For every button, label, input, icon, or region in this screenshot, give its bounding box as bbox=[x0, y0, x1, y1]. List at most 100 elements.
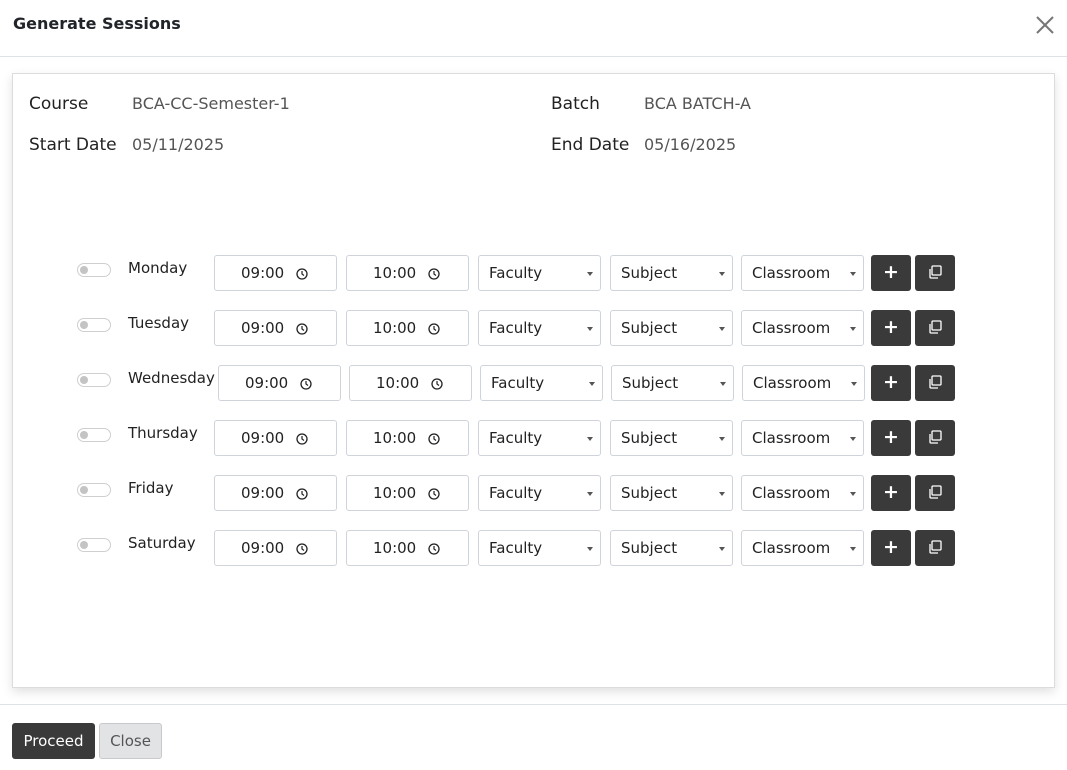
classroom-select[interactable]: Classroom bbox=[741, 475, 864, 511]
subject-select[interactable]: Subject bbox=[610, 530, 733, 566]
start-time-input[interactable]: 09:00 bbox=[214, 475, 337, 511]
plus-icon: + bbox=[883, 426, 899, 448]
day-toggle[interactable] bbox=[77, 483, 111, 497]
end-time-input[interactable]: 10:00 bbox=[346, 530, 469, 566]
faculty-select[interactable]: Faculty bbox=[478, 310, 601, 346]
day-toggle[interactable] bbox=[77, 373, 111, 387]
toggle-knob bbox=[80, 376, 88, 384]
end-time-input[interactable]: 10:00 bbox=[346, 255, 469, 291]
schedule-row: Tuesday 09:00 10:00 Faculty Subject Classroom… bbox=[13, 310, 1056, 346]
clock-icon bbox=[428, 268, 440, 280]
caret-down-icon bbox=[719, 437, 725, 441]
toggle-knob bbox=[80, 266, 88, 274]
day-toggle[interactable] bbox=[77, 428, 111, 442]
close-icon[interactable] bbox=[1034, 14, 1056, 36]
subject-select[interactable]: Subject bbox=[610, 420, 733, 456]
copy-row-button[interactable] bbox=[915, 420, 955, 456]
add-session-button[interactable]: + bbox=[871, 255, 911, 291]
end-time-value: 10:00 bbox=[373, 264, 417, 282]
start-time-value: 09:00 bbox=[241, 484, 285, 502]
faculty-select[interactable]: Faculty bbox=[478, 530, 601, 566]
day-toggle[interactable] bbox=[77, 318, 111, 332]
subject-select[interactable]: Subject bbox=[611, 365, 734, 401]
copy-row-button[interactable] bbox=[915, 255, 955, 291]
day-toggle[interactable] bbox=[77, 538, 111, 552]
faculty-select[interactable]: Faculty bbox=[480, 365, 603, 401]
classroom-select[interactable]: Classroom bbox=[741, 530, 864, 566]
copy-row-button[interactable] bbox=[915, 530, 955, 566]
end-time-input[interactable]: 10:00 bbox=[349, 365, 472, 401]
day-toggle[interactable] bbox=[77, 263, 111, 277]
subject-select[interactable]: Subject bbox=[610, 310, 733, 346]
classroom-select-value: Classroom bbox=[752, 484, 831, 502]
faculty-select[interactable]: Faculty bbox=[478, 255, 601, 291]
add-session-button[interactable]: + bbox=[871, 365, 911, 401]
day-label: Friday bbox=[128, 479, 174, 497]
classroom-select-value: Classroom bbox=[752, 319, 831, 337]
end-time-value: 10:00 bbox=[373, 539, 417, 557]
copy-icon bbox=[929, 375, 942, 389]
classroom-select-value: Classroom bbox=[752, 429, 831, 447]
caret-down-icon bbox=[589, 382, 595, 386]
classroom-select[interactable]: Classroom bbox=[741, 255, 864, 291]
batch-label: Batch bbox=[551, 94, 600, 114]
dialog-title: Generate Sessions bbox=[13, 14, 181, 33]
clock-icon bbox=[428, 433, 440, 445]
subject-select[interactable]: Subject bbox=[610, 475, 733, 511]
end-time-input[interactable]: 10:00 bbox=[346, 475, 469, 511]
start-time-input[interactable]: 09:00 bbox=[214, 310, 337, 346]
classroom-select[interactable]: Classroom bbox=[741, 310, 864, 346]
copy-row-button[interactable] bbox=[915, 310, 955, 346]
faculty-select[interactable]: Faculty bbox=[478, 475, 601, 511]
toggle-knob bbox=[80, 541, 88, 549]
end-time-input[interactable]: 10:00 bbox=[346, 310, 469, 346]
day-label: Monday bbox=[128, 259, 188, 277]
schedule-row: Thursday 09:00 10:00 Faculty Subject Classroo… bbox=[13, 420, 1056, 456]
copy-icon bbox=[929, 265, 942, 279]
add-session-button[interactable]: + bbox=[871, 420, 911, 456]
end-time-value: 10:00 bbox=[373, 484, 417, 502]
schedule-row: Monday 09:00 10:00 Faculty Subject Classroom + bbox=[13, 255, 1056, 291]
clock-icon bbox=[296, 488, 308, 500]
caret-down-icon bbox=[850, 327, 856, 331]
start-time-value: 09:00 bbox=[241, 264, 285, 282]
add-session-button[interactable]: + bbox=[871, 310, 911, 346]
plus-icon: + bbox=[883, 371, 899, 393]
close-button[interactable]: Close bbox=[99, 723, 162, 759]
classroom-select[interactable]: Classroom bbox=[741, 420, 864, 456]
toggle-knob bbox=[80, 486, 88, 494]
course-value: BCA-CC-Semester-1 bbox=[132, 94, 290, 113]
classroom-select[interactable]: Classroom bbox=[742, 365, 865, 401]
start-time-value: 09:00 bbox=[241, 539, 285, 557]
plus-icon: + bbox=[883, 481, 899, 503]
end-time-value: 10:00 bbox=[373, 429, 417, 447]
course-label: Course bbox=[29, 94, 89, 114]
caret-down-icon bbox=[850, 272, 856, 276]
copy-row-button[interactable] bbox=[915, 365, 955, 401]
start-time-input[interactable]: 09:00 bbox=[214, 255, 337, 291]
proceed-button[interactable]: Proceed bbox=[12, 723, 95, 759]
caret-down-icon bbox=[719, 272, 725, 276]
start-date-value: 05/11/2025 bbox=[132, 135, 225, 154]
start-time-input[interactable]: 09:00 bbox=[218, 365, 341, 401]
faculty-select-value: Faculty bbox=[489, 319, 543, 337]
end-date-value: 05/16/2025 bbox=[644, 135, 737, 154]
end-time-input[interactable]: 10:00 bbox=[346, 420, 469, 456]
copy-icon bbox=[929, 320, 942, 334]
plus-icon: + bbox=[883, 316, 899, 338]
copy-row-button[interactable] bbox=[915, 475, 955, 511]
subject-select[interactable]: Subject bbox=[610, 255, 733, 291]
start-time-input[interactable]: 09:00 bbox=[214, 420, 337, 456]
faculty-select-value: Faculty bbox=[489, 264, 543, 282]
session-form-card: Course BCA-CC-Semester-1 Batch BCA BATCH… bbox=[12, 73, 1055, 688]
clock-icon bbox=[428, 323, 440, 335]
clock-icon bbox=[296, 323, 308, 335]
faculty-select[interactable]: Faculty bbox=[478, 420, 601, 456]
subject-select-value: Subject bbox=[621, 484, 678, 502]
start-time-input[interactable]: 09:00 bbox=[214, 530, 337, 566]
add-session-button[interactable]: + bbox=[871, 530, 911, 566]
dialog-header: Generate Sessions bbox=[0, 0, 1067, 57]
caret-down-icon bbox=[850, 437, 856, 441]
add-session-button[interactable]: + bbox=[871, 475, 911, 511]
plus-icon: + bbox=[883, 536, 899, 558]
